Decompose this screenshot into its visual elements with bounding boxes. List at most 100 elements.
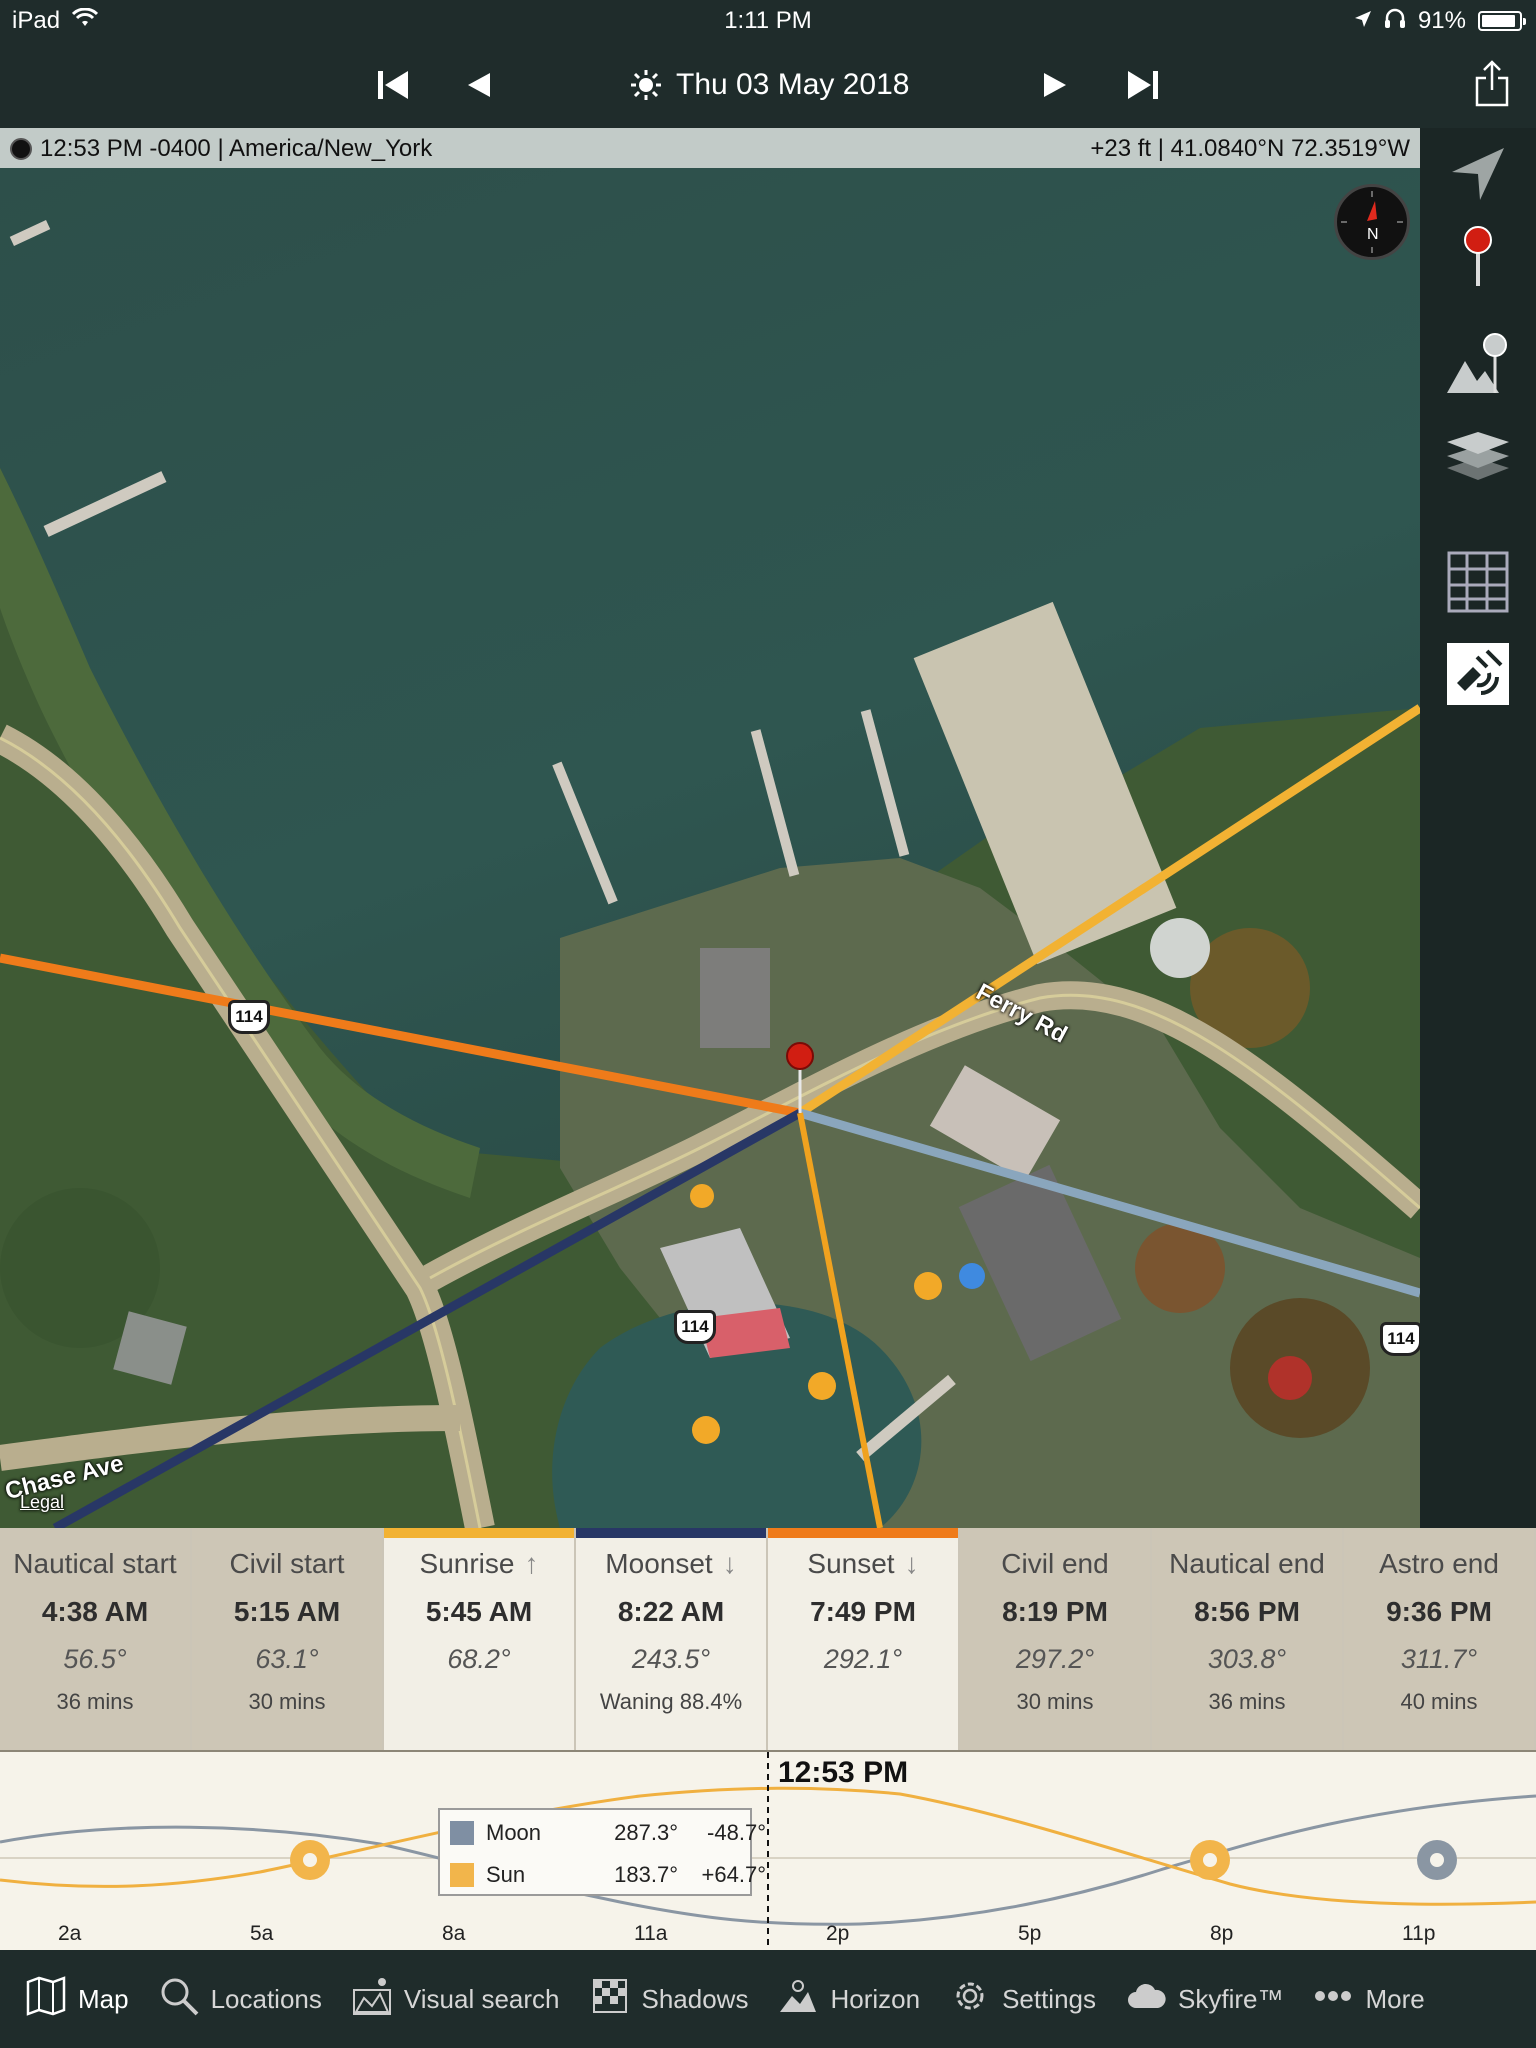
- event-card[interactable]: Civil start 5:15 AM 63.1° 30 mins: [192, 1528, 384, 1750]
- tab-locations[interactable]: Locations: [159, 1976, 322, 2023]
- play-forward-icon: [1044, 73, 1066, 97]
- primary-pin-button[interactable]: [1442, 220, 1514, 292]
- event-detail: 36 mins: [1208, 1689, 1286, 1714]
- coordinates-text: +23 ft | 41.0840°N 72.3519°W: [1090, 135, 1410, 162]
- event-card[interactable]: Sunrise ↑ 5:45 AM 68.2°: [384, 1528, 576, 1750]
- event-azimuth: 292.1°: [823, 1644, 903, 1674]
- tab-label: Skyfire™: [1178, 1983, 1284, 2014]
- event-card[interactable]: Sunset ↓ 7:49 PM 292.1°: [768, 1528, 960, 1750]
- my-location-button[interactable]: [1442, 138, 1514, 210]
- route-114-shield: 114: [1380, 1322, 1420, 1356]
- satellite-map[interactable]: 114 114 114 Chase Ave Ferry Rd Legal N: [0, 168, 1420, 1528]
- skip-to-start-button[interactable]: [370, 62, 416, 108]
- event-name: Sunrise: [419, 1548, 515, 1579]
- event-azimuth: 311.7°: [1400, 1644, 1478, 1674]
- event-time: 8:19 PM: [1002, 1596, 1108, 1627]
- legend-row-sun: Sun 183.7° +64.7°: [450, 1862, 766, 1888]
- event-color-bar: [768, 1528, 958, 1538]
- tab-skyfire[interactable]: Skyfire™: [1126, 1976, 1283, 2023]
- next-day-button[interactable]: [1032, 62, 1078, 108]
- tab-visual-search[interactable]: Visual search: [352, 1976, 560, 2023]
- legend-row-moon: Moon 287.3° -48.7°: [450, 1820, 766, 1846]
- current-time-label: 12:53 PM: [778, 1756, 909, 1789]
- moon-label: Moon: [486, 1820, 542, 1845]
- moon-altitude-curve: [0, 1794, 1536, 1926]
- hour-tick-label: 11a: [634, 1922, 668, 1945]
- share-icon: [1475, 60, 1509, 107]
- search-icon: [159, 1976, 199, 2023]
- event-detail: 36 mins: [56, 1689, 134, 1714]
- bottom-tab-bar: Map Locations Visual search Shadows Horizon S…: [0, 1950, 1536, 2048]
- tab-label: Horizon: [830, 1983, 921, 2014]
- battery-icon: [1478, 11, 1526, 31]
- event-name: Civil end: [1001, 1548, 1109, 1579]
- compass-icon: N: [1341, 191, 1403, 253]
- event-time: 4:38 AM: [41, 1596, 149, 1627]
- hour-tick-label: 2p: [826, 1922, 850, 1945]
- tab-settings[interactable]: Settings: [950, 1976, 1096, 2023]
- event-card[interactable]: Astro end 9:36 PM 311.7° 40 mins: [1344, 1528, 1536, 1750]
- cloud-icon: [1126, 1976, 1166, 2023]
- event-detail: 40 mins: [1400, 1689, 1478, 1714]
- tab-more[interactable]: More: [1313, 1976, 1425, 2023]
- skip-back-icon: [378, 71, 408, 99]
- sunrise-marker: [290, 1840, 330, 1880]
- arrow-up-icon: ↑: [524, 1548, 539, 1579]
- compass-north-letter: N: [1367, 226, 1379, 243]
- event-card[interactable]: Nautical start 4:38 AM 56.5° 36 mins: [0, 1528, 192, 1750]
- horizon-icon: [778, 1976, 818, 2023]
- sun-azimuth: 183.7°: [614, 1862, 678, 1887]
- headphones-icon: [1384, 7, 1406, 35]
- secondary-pin-button[interactable]: [1442, 328, 1514, 400]
- skip-to-end-button[interactable]: [1120, 62, 1166, 108]
- tab-shadows[interactable]: Shadows: [590, 1976, 748, 2023]
- satellite-toggle-button[interactable]: [1442, 638, 1514, 710]
- layers-icon: [1447, 432, 1509, 480]
- event-card[interactable]: Moonset ↓ 8:22 AM 243.5° Waning 88.4%: [576, 1528, 768, 1750]
- tab-map[interactable]: Map: [26, 1975, 129, 2023]
- moon-phase-icon: [10, 138, 32, 160]
- event-name: Nautical end: [1169, 1548, 1325, 1579]
- hour-tick-label: 11p: [1402, 1922, 1436, 1945]
- status-bar: iPad 1:11 PM 91%: [0, 0, 1536, 42]
- tab-label: More: [1365, 1983, 1425, 2014]
- event-color-bar: [384, 1528, 574, 1538]
- tab-horizon[interactable]: Horizon: [778, 1976, 920, 2023]
- tab-label: Visual search: [403, 1983, 560, 2014]
- timeline-graph: [0, 1752, 1536, 1952]
- event-name: Astro end: [1379, 1548, 1499, 1579]
- event-time: 5:15 AM: [233, 1596, 341, 1627]
- route-114-shield: 114: [228, 1000, 270, 1034]
- tab-label: Locations: [210, 1983, 322, 2014]
- moon-altitude: -48.7°: [707, 1820, 766, 1845]
- sun-moon-timeline[interactable]: 12:53 PM Moon 287.3° -48.7° Sun 183.7° +…: [0, 1750, 1536, 1952]
- event-name: Nautical start: [13, 1548, 177, 1579]
- hour-tick-label: 2a: [58, 1922, 82, 1945]
- map-layers-button[interactable]: [1442, 418, 1514, 490]
- event-card[interactable]: Civil end 8:19 PM 297.2° 30 mins: [960, 1528, 1152, 1750]
- event-name: Sunset: [807, 1548, 895, 1579]
- sun-swatch: [450, 1863, 474, 1887]
- grid-icon: [1447, 551, 1509, 613]
- event-azimuth: 56.5°: [63, 1644, 127, 1674]
- event-time: 7:49 PM: [810, 1596, 916, 1627]
- event-azimuth: 243.5°: [631, 1644, 711, 1674]
- time-zone-text: 12:53 PM -0400 | America/New_York: [40, 135, 433, 162]
- event-time: 8:56 PM: [1194, 1596, 1300, 1627]
- sun-label: Sun: [486, 1862, 526, 1887]
- date-navigation-bar: Thu 03 May 2018: [0, 42, 1536, 128]
- date-selector[interactable]: Thu 03 May 2018: [630, 68, 909, 102]
- sun-icon: [631, 70, 661, 100]
- event-card[interactable]: Nautical end 8:56 PM 303.8° 36 mins: [1152, 1528, 1344, 1750]
- grid-overlay-button[interactable]: [1442, 546, 1514, 618]
- legal-link[interactable]: Legal: [20, 1492, 64, 1513]
- event-azimuth: 63.1°: [255, 1644, 319, 1674]
- previous-day-button[interactable]: [456, 62, 502, 108]
- hour-tick-label: 8a: [442, 1922, 466, 1945]
- clock: 1:11 PM: [724, 7, 812, 34]
- event-azimuth: 303.8°: [1207, 1644, 1287, 1674]
- share-button[interactable]: [1474, 60, 1510, 113]
- compass-button[interactable]: N: [1334, 184, 1410, 260]
- event-detail: Waning 88.4%: [599, 1689, 743, 1714]
- arrow-down-icon: ↓: [904, 1548, 919, 1579]
